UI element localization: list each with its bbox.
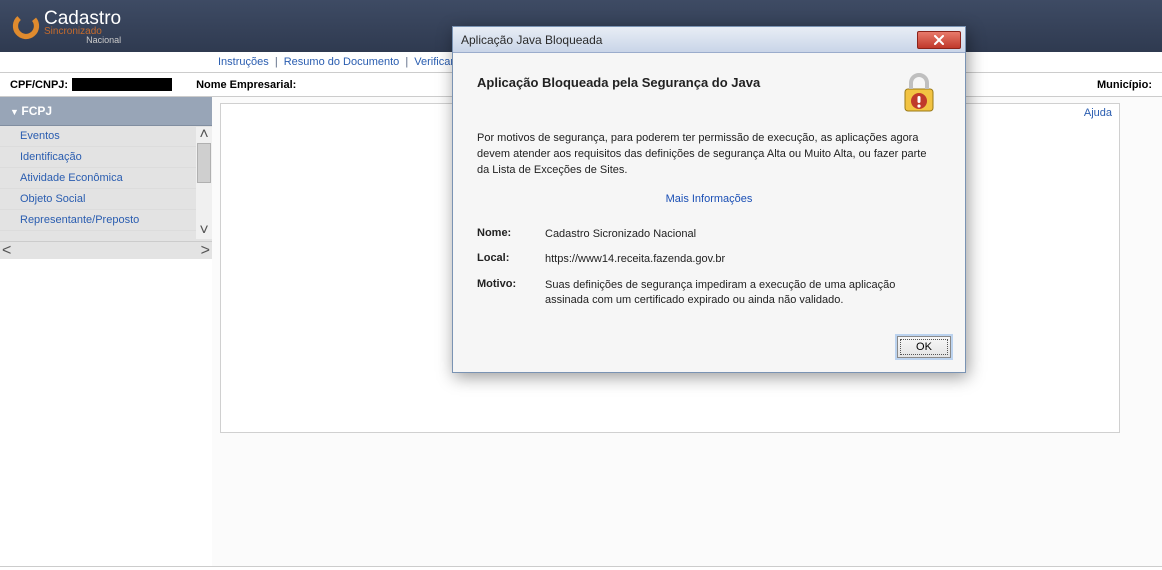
- municipio-label: Município:: [1097, 79, 1152, 91]
- dialog-paragraph: Por motivos de segurança, para poderem t…: [477, 131, 941, 179]
- field-motivo-label: Motivo:: [477, 278, 545, 309]
- scroll-up-icon[interactable]: ˄: [196, 127, 212, 143]
- cpf-value-redacted: [72, 78, 172, 91]
- close-button[interactable]: [917, 31, 961, 49]
- dialog-title: Aplicação Java Bloqueada: [461, 33, 602, 47]
- sidebar-item-objeto[interactable]: Objeto Social: [0, 189, 212, 210]
- scroll-thumb[interactable]: [197, 143, 211, 183]
- cpf-label: CPF/CNPJ:: [10, 79, 68, 91]
- sidebar-item-eventos[interactable]: Eventos: [0, 126, 212, 147]
- more-info-link[interactable]: Mais Informações: [666, 193, 753, 205]
- sidebar-item-identificacao[interactable]: Identificação: [0, 147, 212, 168]
- logo-ring-icon: [12, 12, 40, 40]
- dialog-titlebar[interactable]: Aplicação Java Bloqueada: [453, 27, 965, 53]
- sidebar-hscroll[interactable]: < >: [0, 241, 212, 259]
- field-local-label: Local:: [477, 252, 545, 267]
- ok-button[interactable]: OK: [897, 336, 951, 358]
- logo: Cadastro Sincronizado Nacional: [12, 8, 121, 45]
- scroll-down-icon[interactable]: ˅: [196, 223, 212, 239]
- sidebar-item-representante[interactable]: Representante/Preposto: [0, 210, 212, 231]
- scroll-right-icon[interactable]: >: [201, 242, 210, 259]
- dialog-heading: Aplicação Bloqueada pela Segurança do Ja…: [477, 71, 897, 90]
- close-icon: [933, 35, 945, 45]
- sidebar-header[interactable]: FCPJ: [0, 97, 212, 126]
- field-local-value: https://www14.receita.fazenda.gov.br: [545, 252, 941, 267]
- crumb-resumo[interactable]: Resumo do Documento: [284, 56, 400, 68]
- field-nome-value: Cadastro Sicronizado Nacional: [545, 227, 941, 242]
- java-blocked-dialog: Aplicação Java Bloqueada Aplicação Bloqu…: [452, 26, 966, 373]
- nome-empresarial-label: Nome Empresarial:: [196, 79, 296, 91]
- sidebar: FCPJ Eventos Identificação Atividade Eco…: [0, 97, 212, 259]
- help-link[interactable]: Ajuda: [1084, 107, 1112, 119]
- scroll-left-icon[interactable]: <: [2, 242, 11, 259]
- field-motivo-value: Suas definições de segurança impediram a…: [545, 278, 941, 309]
- crumb-instrucoes[interactable]: Instruções: [218, 56, 269, 68]
- sidebar-vscroll[interactable]: ˄ ˅: [196, 127, 212, 239]
- lock-warning-icon: [897, 71, 941, 115]
- crumb-verificar[interactable]: Verificar: [414, 56, 454, 68]
- field-nome-label: Nome:: [477, 227, 545, 242]
- sidebar-item-atividade[interactable]: Atividade Econômica: [0, 168, 212, 189]
